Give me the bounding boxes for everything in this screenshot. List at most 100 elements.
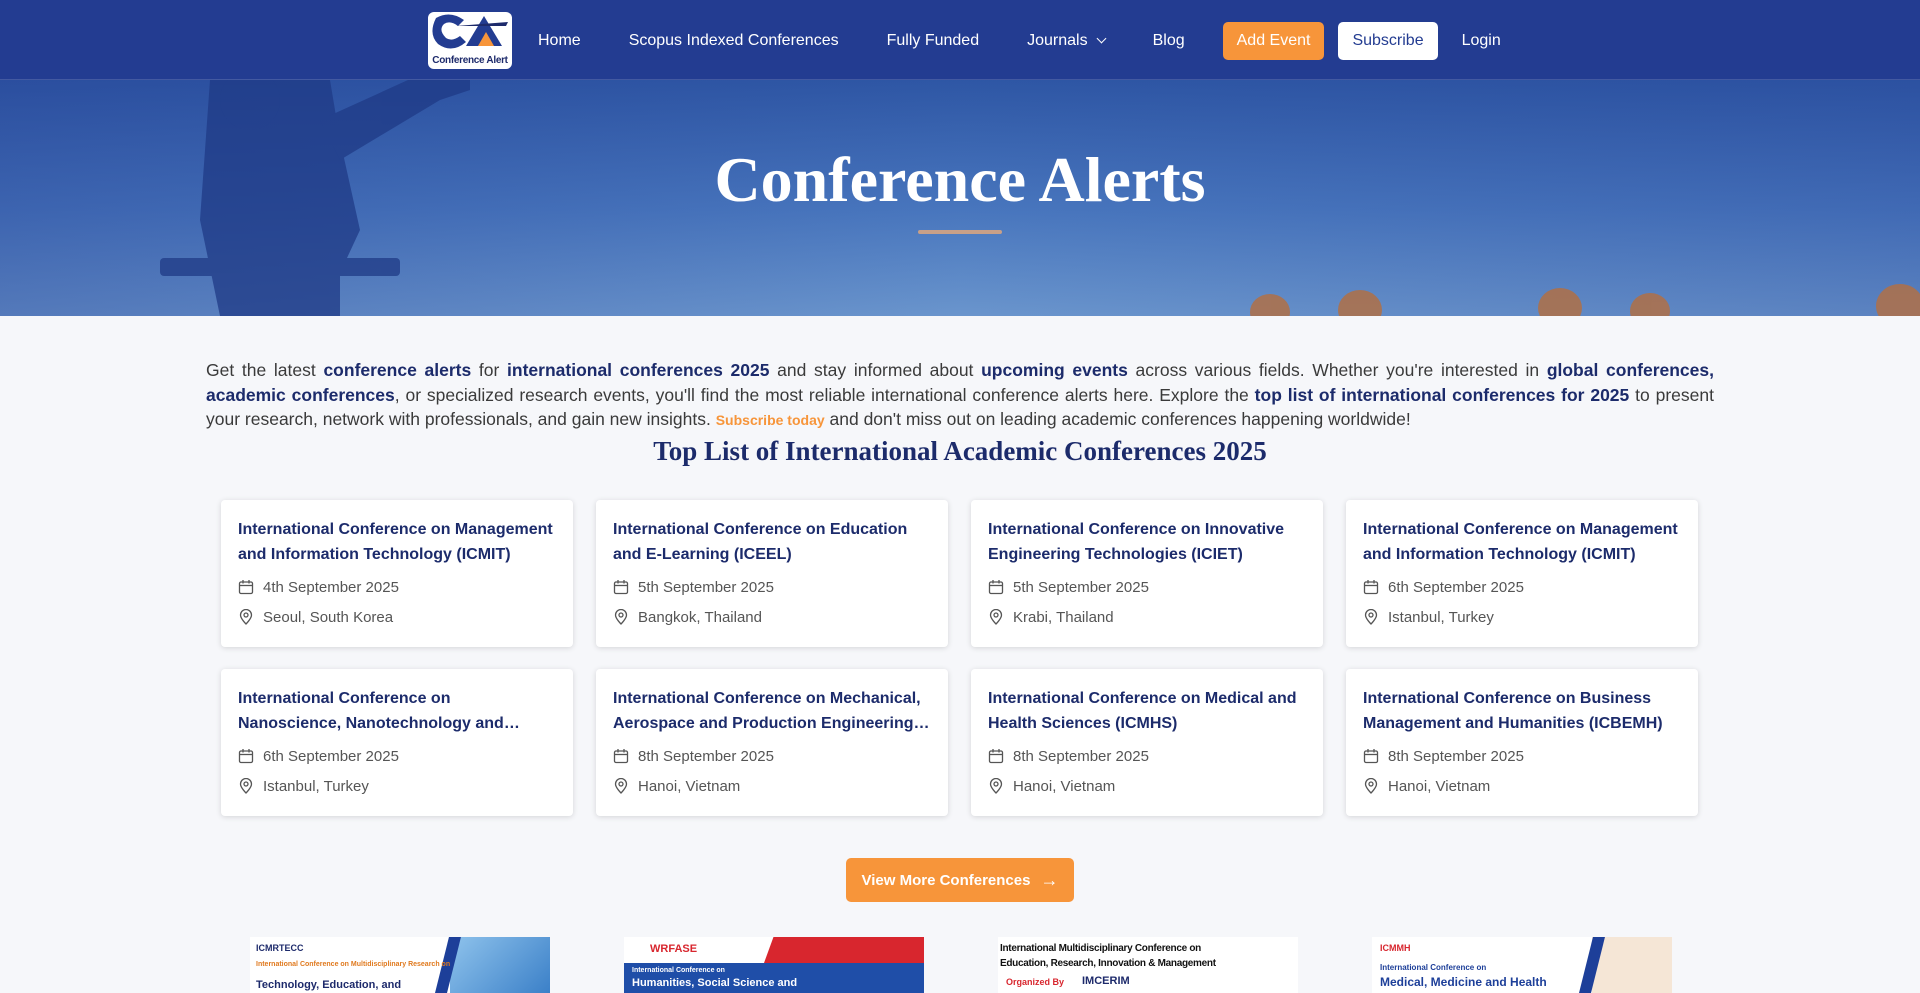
conference-location-row: Hanoi, Vietnam — [988, 776, 1306, 796]
conference-date-row: 5th September 2025 — [988, 577, 1306, 597]
calendar-icon — [1363, 749, 1379, 764]
logo-mark-icon — [432, 14, 508, 49]
conference-location: Hanoi, Vietnam — [1388, 777, 1491, 795]
banner-heading: Medical, Medicine and Health — [1380, 975, 1547, 989]
nav-journals-label: Journals — [1027, 31, 1088, 49]
login-link[interactable]: Login — [1462, 32, 1501, 50]
conference-date: 5th September 2025 — [1013, 578, 1149, 596]
banner-heading: Education, Research, Innovation & Manage… — [1000, 958, 1216, 969]
view-more-conferences-button[interactable]: View More Conferences → — [846, 858, 1074, 902]
add-event-button[interactable]: Add Event — [1222, 21, 1325, 60]
conference-location: Seoul, South Korea — [263, 608, 394, 626]
conference-location: Hanoi, Vietnam — [1013, 777, 1116, 795]
nav-journals[interactable]: Journals — [1027, 31, 1107, 50]
calendar-icon — [238, 749, 254, 764]
intro-text: across various fields. Whether you're in… — [1127, 360, 1547, 380]
banner-line: International Conference on — [1380, 963, 1487, 972]
conference-date: 8th September 2025 — [1388, 747, 1524, 765]
banner-line: International Conference on — [632, 967, 725, 974]
calendar-icon — [613, 749, 629, 764]
conference-date-row: 8th September 2025 — [613, 746, 931, 766]
conference-banner[interactable]: WRFASE International Conference on Human… — [624, 937, 924, 993]
banner-org: ICMRTECC — [256, 943, 304, 953]
conference-title[interactable]: International Conference on Education an… — [613, 518, 931, 567]
conference-location: Istanbul, Turkey — [263, 777, 369, 795]
conference-date-row: 6th September 2025 — [238, 746, 556, 766]
intro-text: , or specialized research events, you'll… — [394, 384, 1255, 405]
nav-scopus-indexed[interactable]: Scopus Indexed Conferences — [629, 32, 839, 50]
conference-date-row: 5th September 2025 — [613, 577, 931, 597]
conference-card[interactable]: International Conference on Management a… — [1346, 500, 1698, 647]
section-title: Top List of International Academic Confe… — [653, 436, 1267, 466]
intro-paragraph: Get the latest conference alerts for int… — [206, 358, 1714, 433]
conference-title[interactable]: International Conference on Business Man… — [1363, 687, 1681, 736]
conference-location-row: Seoul, South Korea — [238, 607, 556, 627]
banner-org: WRFASE — [650, 943, 698, 955]
banner-heading: Technology, Education, and — [256, 979, 402, 991]
conference-location-row: Istanbul, Turkey — [238, 776, 556, 796]
chevron-down-icon — [1096, 33, 1107, 44]
conference-location: Krabi, Thailand — [1013, 608, 1114, 626]
map-pin-icon — [989, 778, 1003, 794]
conference-card[interactable]: International Conference on Innovative E… — [971, 500, 1323, 647]
conference-title[interactable]: International Conference on Innovative E… — [988, 518, 1306, 567]
intro-keyword: conference alerts — [323, 360, 472, 380]
calendar-icon — [988, 580, 1004, 595]
map-pin-icon — [1364, 778, 1378, 794]
subscribe-today-link[interactable]: Subscribe today — [716, 412, 825, 428]
intro-keyword: upcoming events — [981, 360, 1128, 380]
calendar-icon — [1363, 580, 1379, 595]
banner-org: IMCERIM — [1082, 975, 1130, 987]
conference-location: Hanoi, Vietnam — [638, 777, 741, 795]
nav-blog[interactable]: Blog — [1153, 32, 1185, 50]
conference-card[interactable]: International Conference on Education an… — [596, 500, 948, 647]
conference-card[interactable]: International Conference on Nanoscience,… — [221, 669, 573, 816]
nav-home[interactable]: Home — [538, 32, 581, 50]
arrow-right-icon: → — [1040, 869, 1059, 890]
intro-text: Get the latest — [206, 360, 324, 380]
conference-title[interactable]: International Conference on Mechanical, … — [613, 687, 931, 736]
conference-banner[interactable]: ICMMH International Conference on Medica… — [1372, 937, 1672, 993]
intro-text: and stay informed about — [769, 360, 982, 380]
conference-card[interactable]: International Conference on Medical and … — [971, 669, 1323, 816]
conference-card[interactable]: International Conference on Management a… — [221, 500, 573, 647]
map-pin-icon — [614, 609, 628, 625]
conference-title[interactable]: International Conference on Nanoscience,… — [238, 687, 556, 736]
conference-date-row: 8th September 2025 — [1363, 746, 1681, 766]
intro-text: and don't miss out on leading academic c… — [824, 409, 1411, 429]
conference-title[interactable]: International Conference on Medical and … — [988, 687, 1306, 736]
calendar-icon — [988, 749, 1004, 764]
banner-heading: Humanities, Social Science and — [632, 977, 798, 989]
conference-banner[interactable]: ICMRTECC International Conference on Mul… — [250, 937, 550, 993]
nav-fully-funded[interactable]: Fully Funded — [887, 32, 980, 50]
conference-location: Istanbul, Turkey — [1388, 608, 1494, 626]
banner-line: International Conference on Multidiscipl… — [256, 961, 451, 968]
conference-date: 8th September 2025 — [638, 747, 774, 765]
calendar-icon — [613, 580, 629, 595]
conference-card[interactable]: International Conference on Mechanical, … — [596, 669, 948, 816]
conference-card[interactable]: International Conference on Business Man… — [1346, 669, 1698, 816]
map-pin-icon — [1364, 609, 1378, 625]
conference-date: 6th September 2025 — [1388, 578, 1524, 596]
nav-container: Conference Alert Home Scopus Indexed Con… — [428, 12, 1501, 69]
conference-date: 6th September 2025 — [263, 747, 399, 765]
conference-title[interactable]: International Conference on Management a… — [1363, 518, 1681, 567]
calendar-icon — [238, 580, 254, 595]
intro-keyword: international conferences 2025 — [507, 360, 770, 380]
conference-location-row: Hanoi, Vietnam — [1363, 776, 1681, 796]
site-logo[interactable]: Conference Alert — [428, 12, 512, 69]
hero-title-underline — [918, 230, 1002, 234]
conference-location-row: Istanbul, Turkey — [1363, 607, 1681, 627]
view-more-label: View More Conferences — [861, 871, 1031, 889]
conference-location: Bangkok, Thailand — [638, 608, 762, 626]
conference-location-row: Bangkok, Thailand — [613, 607, 931, 627]
banner-line: International Multidisciplinary Conferen… — [1000, 943, 1201, 954]
logo-text: Conference Alert — [432, 55, 508, 66]
banner-organized-by: Organized By — [1006, 977, 1065, 987]
conference-date: 5th September 2025 — [638, 578, 774, 596]
conference-location-row: Hanoi, Vietnam — [613, 776, 931, 796]
conference-title[interactable]: International Conference on Management a… — [238, 518, 556, 567]
subscribe-button[interactable]: Subscribe — [1338, 21, 1438, 60]
conference-banner[interactable]: International Multidisciplinary Conferen… — [998, 937, 1298, 993]
map-pin-icon — [239, 778, 253, 794]
